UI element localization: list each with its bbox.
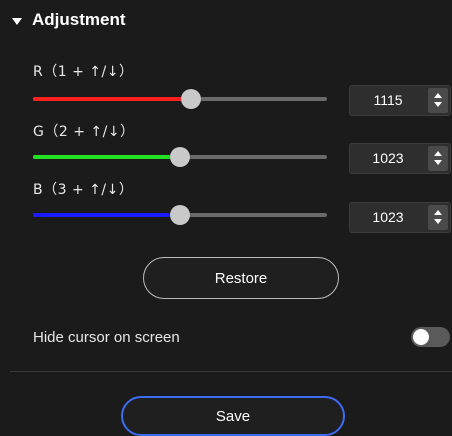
collapse-caret-icon[interactable] <box>12 17 22 25</box>
slider-fill <box>33 155 180 159</box>
spin-arrows[interactable] <box>428 146 448 171</box>
spin-arrows[interactable] <box>428 205 448 230</box>
hide-cursor-label: Hide cursor on screen <box>33 329 180 346</box>
red-value-spinbox[interactable]: 1115 <box>349 85 451 116</box>
green-slider[interactable] <box>33 147 327 167</box>
save-button[interactable]: Save <box>121 396 345 436</box>
spin-up-icon[interactable] <box>434 210 442 215</box>
blue-value[interactable]: 1023 <box>350 203 426 232</box>
hide-cursor-toggle[interactable] <box>411 327 450 347</box>
slider-thumb[interactable] <box>170 147 190 167</box>
slider-thumb[interactable] <box>170 205 190 225</box>
restore-button[interactable]: Restore <box>143 257 339 299</box>
slider-fill <box>33 213 180 217</box>
toggle-knob[interactable] <box>413 329 429 345</box>
green-value-spinbox[interactable]: 1023 <box>349 143 451 174</box>
divider <box>10 371 452 372</box>
section-title: Adjustment <box>32 10 126 29</box>
spin-up-icon[interactable] <box>434 93 442 98</box>
blue-slider[interactable] <box>33 205 327 225</box>
red-slider[interactable] <box>33 89 327 109</box>
spin-down-icon[interactable] <box>434 160 442 165</box>
blue-value-spinbox[interactable]: 1023 <box>349 202 451 233</box>
red-value[interactable]: 1115 <box>350 86 426 115</box>
adjustment-panel: Adjustment R（1 + ↑/↓） 1115 G（2 + ↑/↓） 10… <box>0 0 452 436</box>
red-channel-label: R（1 + ↑/↓） <box>33 64 134 80</box>
blue-channel-label: B（3 + ↑/↓） <box>33 182 134 198</box>
spin-up-icon[interactable] <box>434 151 442 156</box>
green-value[interactable]: 1023 <box>350 144 426 173</box>
spin-down-icon[interactable] <box>434 102 442 107</box>
green-channel-label: G（2 + ↑/↓） <box>33 124 135 140</box>
slider-fill <box>33 97 191 101</box>
spin-arrows[interactable] <box>428 88 448 113</box>
spin-down-icon[interactable] <box>434 219 442 224</box>
slider-thumb[interactable] <box>180 89 201 109</box>
section-header[interactable]: Adjustment <box>12 10 126 30</box>
